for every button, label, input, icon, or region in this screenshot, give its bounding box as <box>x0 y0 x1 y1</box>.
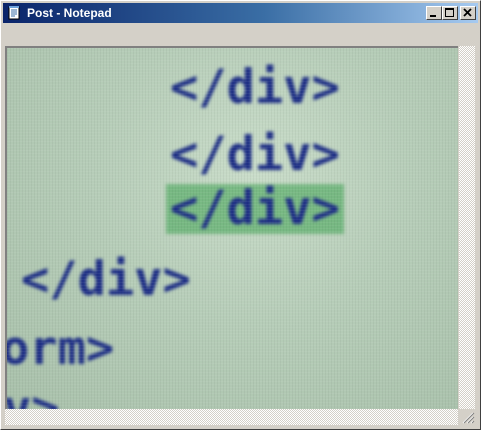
minimize-button[interactable] <box>426 6 442 20</box>
title-bar[interactable]: Post - Notepad <box>3 3 478 23</box>
code-line-highlighted: </div> <box>166 184 344 234</box>
horizontal-scrollbar[interactable] <box>5 409 458 425</box>
maximize-button[interactable] <box>442 6 458 20</box>
code-line: orm> <box>5 321 115 376</box>
menu-bar <box>3 24 478 44</box>
notepad-window: Post - Notepad </div> </div> </div> </di… <box>0 0 481 430</box>
close-button[interactable] <box>460 6 476 20</box>
text-editor-area[interactable]: </div> </div> </div> </div> orm> v> <box>5 46 458 409</box>
notepad-icon[interactable] <box>6 5 22 21</box>
code-line: v> <box>5 381 60 410</box>
resize-grip[interactable] <box>458 409 475 425</box>
window-title: Post - Notepad <box>27 6 112 20</box>
resize-grip-icon <box>462 412 475 424</box>
minimize-icon <box>430 15 436 17</box>
code-line: </div> <box>21 252 191 307</box>
close-icon <box>463 8 472 17</box>
maximize-icon <box>445 8 454 17</box>
vertical-scrollbar[interactable] <box>458 46 475 409</box>
code-line: </div> <box>170 127 340 182</box>
code-line: </div> <box>170 60 340 115</box>
